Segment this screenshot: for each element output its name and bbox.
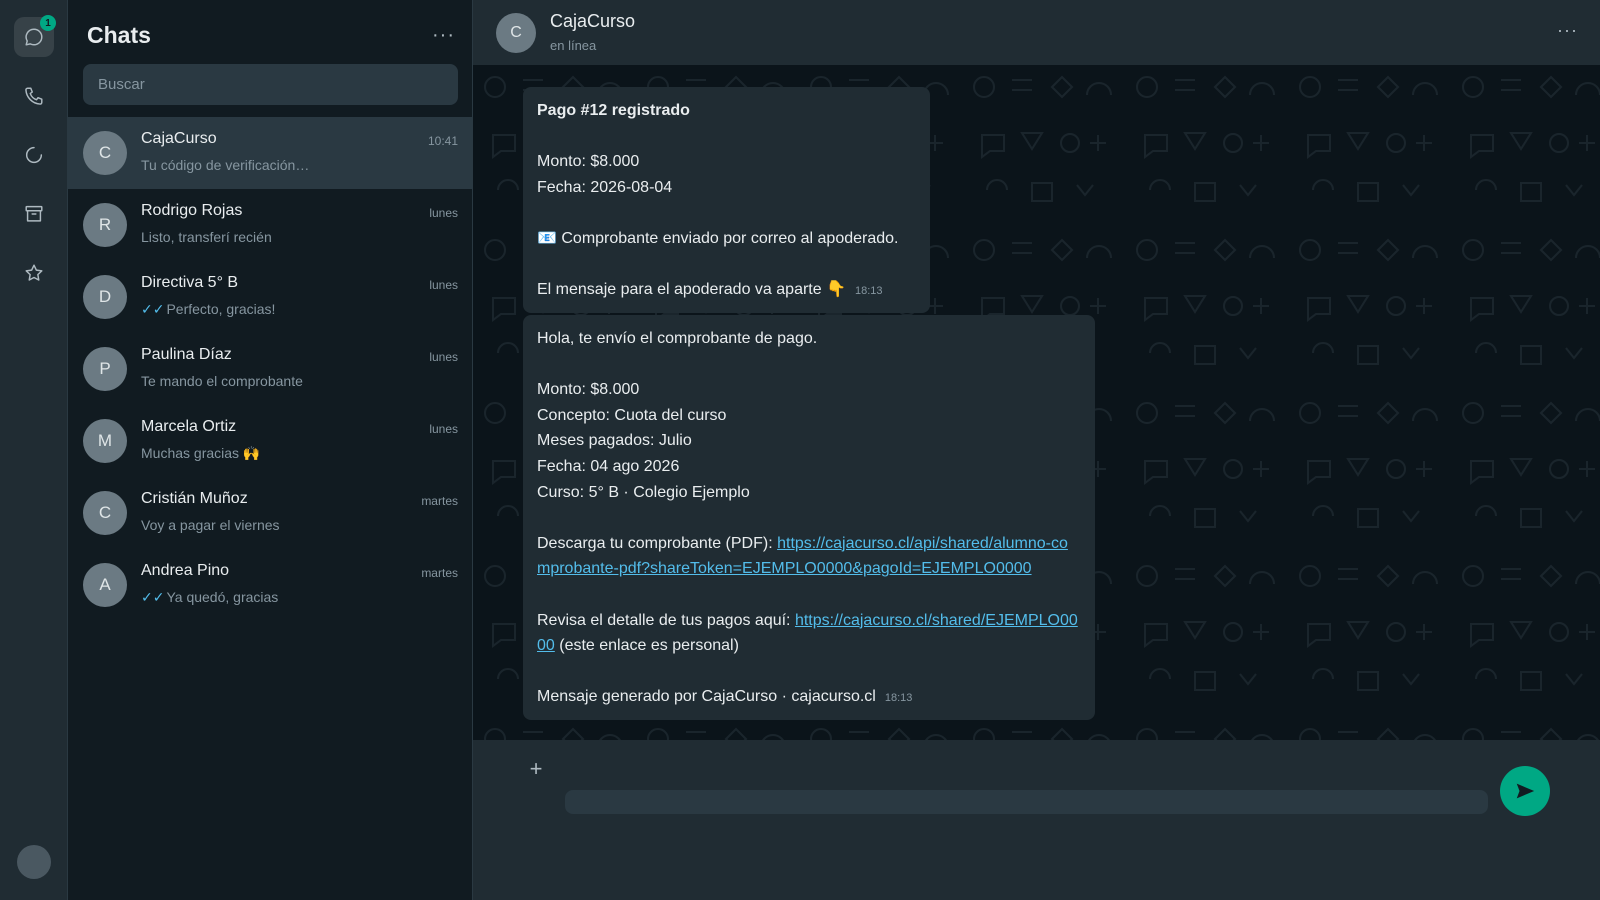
chat-list-item[interactable]: R Rodrigo Rojas lunes Listo, transferí reci…: [68, 189, 473, 261]
chat-preview-text: Muchas gracias 🙌: [141, 445, 261, 461]
avatar: D: [83, 275, 127, 319]
chat-list-item[interactable]: M Marcela Ortiz lunes Muchas gracias 🙌: [68, 405, 473, 477]
avatar: A: [83, 563, 127, 607]
read-ticks-icon: ✓✓: [141, 301, 165, 317]
contact-avatar[interactable]: C: [496, 13, 536, 53]
chat-list-panel: Chats ··· C CajaCurso 10:41 Tu código de ve…: [68, 0, 473, 900]
chat-time: lunes: [429, 422, 458, 436]
message-line: Fecha: 04 ago 2026: [537, 457, 680, 475]
message-line: Monto: $8.000: [537, 381, 640, 399]
chat-name: Andrea Pino: [141, 562, 230, 579]
chat-preview: ✓✓ Perfecto, gracias!: [141, 301, 275, 318]
avatar: P: [83, 347, 127, 391]
chats-title: Chats: [87, 22, 151, 48]
chats-icon: [25, 28, 43, 46]
conversation-menu-button[interactable]: ···: [1557, 20, 1578, 41]
message-time: 18:13: [884, 692, 913, 705]
chat-time: 10:41: [427, 134, 458, 148]
contact-name[interactable]: CajaCurso: [550, 11, 635, 32]
chat-list-item[interactable]: P Paulina Díaz lunes Te mando el comprobant…: [68, 333, 473, 405]
archive-icon: [25, 205, 43, 222]
archive-nav-button[interactable]: [14, 194, 54, 234]
avatar: M: [83, 419, 127, 463]
send-button[interactable]: [1500, 766, 1550, 816]
chat-time: lunes: [429, 206, 458, 220]
nav-rail: 1: [0, 0, 68, 900]
chat-name: Marcela Ortiz: [141, 418, 237, 435]
chat-name: Paulina Díaz: [141, 346, 232, 363]
avatar: C: [83, 491, 127, 535]
chat-name: Cristián Muñoz: [141, 490, 248, 507]
message-line: Concepto: Cuota del curso: [537, 406, 727, 424]
chat-time: lunes: [429, 278, 458, 292]
message-line: Monto: $8.000: [537, 153, 640, 171]
status-icon: [25, 146, 43, 164]
chat-list-item[interactable]: D Directiva 5° B lunes ✓✓ Perfecto, gracias!: [68, 261, 473, 333]
chat-list-item[interactable]: C Cristián Muñoz martes Voy a pagar el vier…: [68, 477, 473, 549]
conversation-pane: C CajaCurso en línea ··· Pago #12 regist…: [473, 0, 1600, 900]
message-line: Meses pagados: Julio: [537, 432, 692, 450]
read-ticks-icon: ✓✓: [141, 589, 165, 605]
calls-nav-button[interactable]: [14, 76, 54, 116]
conversation-header: C CajaCurso en línea ···: [473, 0, 1600, 65]
message-time: 18:13: [855, 285, 883, 298]
avatar: C: [83, 131, 127, 175]
avatar: R: [83, 203, 127, 247]
message-bubble[interactable]: Pago #12 registrado Monto: $8.000 Fecha:…: [523, 87, 930, 313]
message-line: Curso: 5° B · Colegio Ejemplo: [537, 483, 750, 501]
chat-preview: Muchas gracias 🙌: [141, 445, 260, 462]
message-line: El mensaje para el apoderado va aparte 👇: [537, 281, 846, 299]
chat-time: martes: [421, 494, 458, 508]
chat-preview-text: Perfecto, gracias!: [166, 301, 276, 317]
chat-list: C CajaCurso 10:41 Tu código de verificación…: [68, 117, 473, 621]
chat-preview: Voy a pagar el viernes: [141, 517, 280, 533]
contact-status: en línea: [550, 38, 597, 53]
message-line: Fecha: 2026-08-04: [537, 178, 673, 196]
chat-preview-text: Tu código de verificación…: [141, 157, 310, 173]
chat-list-item[interactable]: A Andrea Pino martes ✓✓ Ya quedó, gracias: [68, 549, 473, 621]
chat-preview: Te mando el comprobante: [141, 373, 303, 389]
chat-preview-text: Listo, transferí recién: [141, 229, 272, 245]
calls-icon: [25, 87, 43, 105]
chat-name: Directiva 5° B: [141, 274, 239, 291]
message-input[interactable]: [565, 790, 1488, 814]
message-list: Pago #12 registrado Monto: $8.000 Fecha:…: [473, 65, 1600, 740]
detail-label: Revisa el detalle de tus pagos aquí:: [537, 611, 795, 629]
chat-preview: Listo, transferí recién: [141, 229, 272, 245]
chat-preview: ✓✓ Ya quedó, gracias: [141, 589, 278, 606]
search-input[interactable]: [83, 64, 458, 105]
message-intro: Hola, te envío el comprobante de pago.: [537, 330, 818, 347]
chat-time: martes: [421, 566, 458, 580]
send-icon: [1516, 783, 1535, 799]
starred-nav-button[interactable]: [14, 253, 54, 293]
chat-list-item[interactable]: C CajaCurso 10:41 Tu código de verificación…: [68, 117, 473, 189]
message-title: Pago #12 registrado: [537, 102, 690, 119]
chats-menu-button[interactable]: ···: [432, 24, 455, 47]
message-composer: +: [473, 740, 1600, 900]
chats-nav-button[interactable]: 1: [14, 15, 56, 57]
chat-preview-text: Voy a pagar el viernes: [141, 517, 280, 533]
pdf-label: Descarga tu comprobante (PDF):: [537, 534, 778, 552]
attach-button[interactable]: +: [523, 756, 549, 782]
detail-suffix: (este enlace es personal): [554, 637, 739, 655]
chat-preview-text: Te mando el comprobante: [141, 373, 303, 389]
message-footer: Mensaje generado por CajaCurso · cajacur…: [537, 688, 876, 706]
profile-avatar[interactable]: [17, 845, 51, 879]
status-nav-button[interactable]: [14, 135, 54, 175]
chat-preview-text: Ya quedó, gracias: [166, 589, 279, 605]
plus-icon: +: [529, 756, 543, 781]
chat-name: Rodrigo Rojas: [141, 202, 243, 219]
starred-icon: [25, 264, 43, 281]
message-bubble[interactable]: Hola, te envío el comprobante de pago. M…: [523, 315, 1095, 720]
chat-name: CajaCurso: [141, 130, 217, 147]
unread-badge: 1: [40, 15, 56, 31]
message-line: 📧 Comprobante enviado por correo al apod…: [537, 229, 899, 247]
chat-preview: Tu código de verificación…: [141, 157, 309, 173]
chat-time: lunes: [429, 350, 458, 364]
